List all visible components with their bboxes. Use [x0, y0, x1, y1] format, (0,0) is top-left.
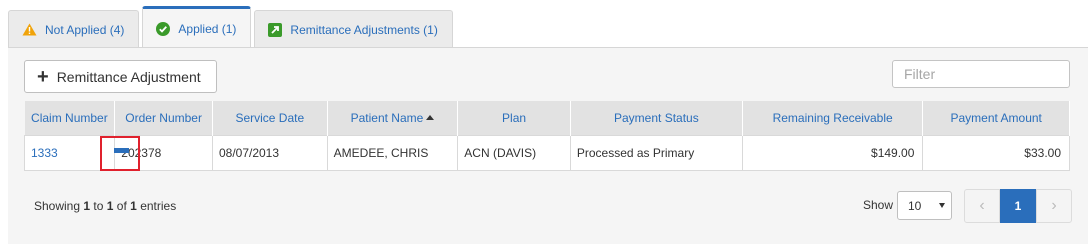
prev-page-button[interactable]: ‹: [964, 189, 1000, 223]
payment-status-cell: Processed as Primary: [569, 134, 743, 171]
check-circle-icon: [156, 22, 171, 36]
table-info: Showing 1 to 1 of 1 entries: [34, 199, 176, 213]
patient-name-cell: AMEDEE, CHRIS: [326, 134, 459, 171]
warning-icon: [22, 23, 37, 36]
column-header-label: Patient Name: [350, 110, 424, 125]
collapse-minus-icon[interactable]: [114, 148, 129, 153]
info-to: 1: [106, 199, 114, 213]
next-page-button[interactable]: ›: [1036, 189, 1072, 223]
tab-label: Not Applied (4): [45, 22, 125, 37]
page-size-value: 10: [908, 198, 922, 213]
claims-table: Claim Number Order Number Service Date P…: [23, 101, 1070, 171]
table-row: 1333 202378 08/07/2013 AMEDEE, CHRIS ACN…: [23, 134, 1070, 171]
info-prefix: Showing: [34, 199, 81, 213]
tab-label: Applied (1): [178, 22, 237, 36]
tab-applied[interactable]: Applied (1): [142, 6, 252, 49]
page-size-label: Show: [863, 198, 894, 212]
plan-cell: ACN (DAVIS): [457, 134, 571, 171]
plus-icon: +: [37, 65, 49, 88]
remaining-receivable-cell: $149.00: [741, 134, 924, 171]
collapse-row-highlight: [100, 136, 140, 171]
info-of-word: of: [116, 199, 127, 213]
page-size-select[interactable]: 10: [897, 191, 952, 220]
tab-remittance-adjustments[interactable]: Remittance Adjustments (1): [254, 10, 453, 48]
column-header-payment-amount[interactable]: Payment Amount: [922, 101, 1070, 135]
add-button-label: Remittance Adjustment: [56, 68, 201, 85]
info-from: 1: [83, 199, 91, 213]
payment-amount-cell: $33.00: [922, 134, 1070, 171]
column-header-plan[interactable]: Plan: [457, 101, 571, 135]
column-header-claim-number[interactable]: Claim Number: [24, 101, 116, 135]
service-date-cell: 08/07/2013: [211, 134, 328, 171]
pagination: ‹ 1 ›: [964, 189, 1072, 223]
page-button-current[interactable]: 1: [1000, 189, 1036, 223]
tab-not-applied[interactable]: Not Applied (4): [8, 10, 140, 48]
table-header-row: Claim Number Order Number Service Date P…: [24, 101, 1070, 135]
tab-label: Remittance Adjustments (1): [290, 22, 438, 37]
add-remittance-adjustment-button[interactable]: + Remittance Adjustment: [24, 60, 217, 93]
sort-ascending-icon: [426, 114, 435, 120]
info-to-word: to: [93, 199, 104, 213]
claim-number-link[interactable]: 1333: [31, 146, 58, 160]
column-header-payment-status[interactable]: Payment Status: [570, 101, 743, 135]
arrow-up-right-icon: [268, 22, 283, 37]
column-header-order-number[interactable]: Order Number: [114, 101, 213, 135]
column-header-service-date[interactable]: Service Date: [212, 101, 328, 135]
filter-input[interactable]: [892, 60, 1070, 88]
chevron-right-icon: ›: [1051, 197, 1057, 214]
column-header-remaining-receivable[interactable]: Remaining Receivable: [742, 101, 924, 135]
tab-bar: Not Applied (4) Applied (1) Remittance A…: [8, 5, 464, 49]
caret-down-icon: [939, 203, 945, 208]
column-header-patient-name[interactable]: Patient Name: [327, 101, 459, 135]
info-suffix: entries: [140, 199, 177, 213]
chevron-left-icon: ‹: [979, 197, 985, 214]
info-total: 1: [130, 199, 137, 213]
tab-panel: + Remittance Adjustment Claim Number Ord…: [8, 47, 1088, 244]
